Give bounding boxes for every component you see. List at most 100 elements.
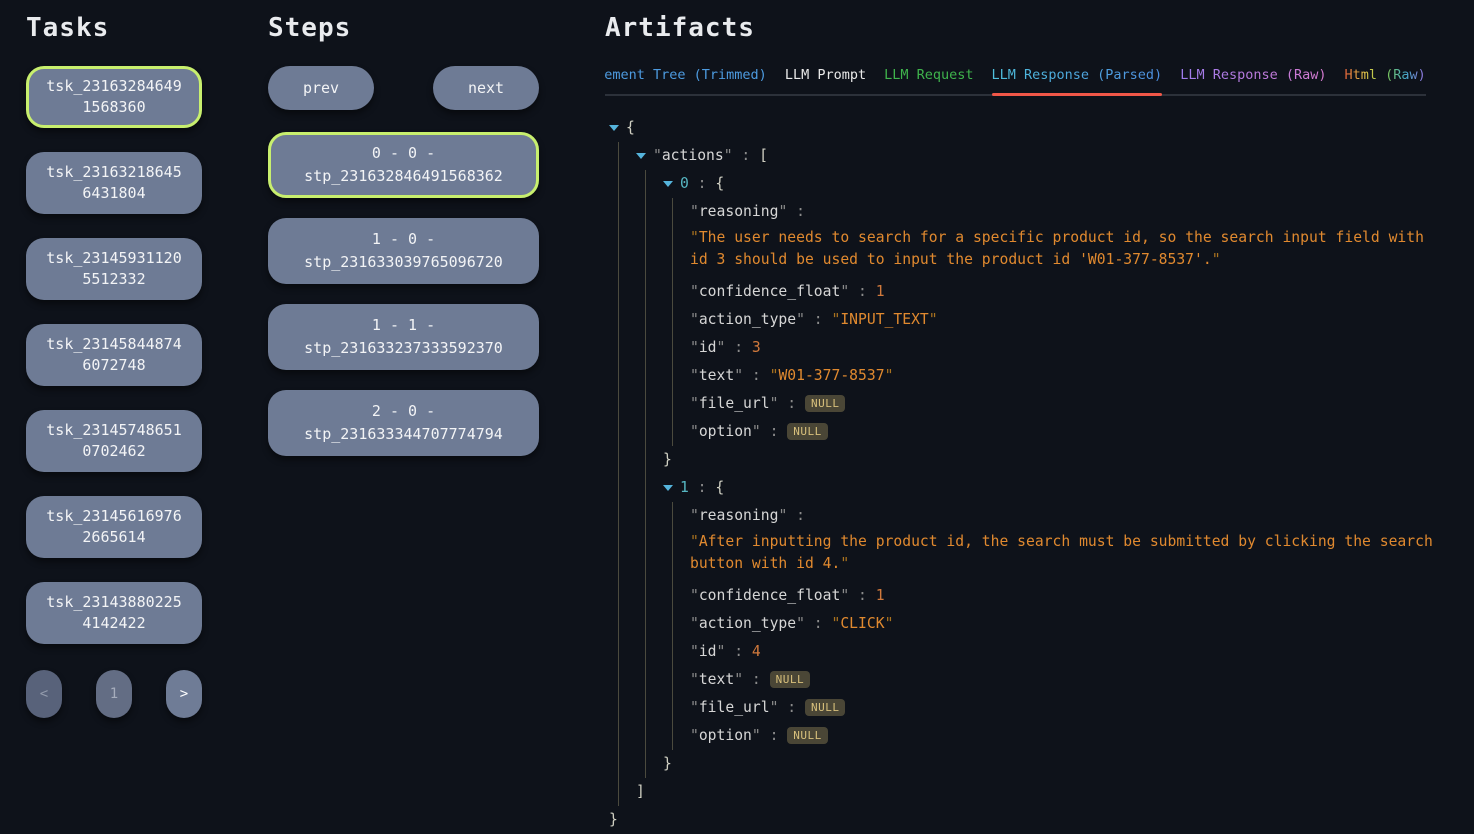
json-entry: "id" : 4: [690, 638, 1442, 666]
json-tree-viewer: {"actions" : [0 : {"reasoning" : "The us…: [605, 114, 1442, 834]
json-entry: "confidence_float" : 1: [690, 278, 1442, 306]
json-key: id: [699, 339, 717, 356]
collapse-triangle-icon: [663, 485, 673, 491]
json-key: id: [699, 643, 717, 660]
json-key: reasoning: [699, 507, 779, 524]
json-close-line: ]: [636, 778, 1442, 806]
step-item-button[interactable]: 0 - 0 - stp_231632846491568362: [268, 132, 539, 198]
json-key: text: [699, 367, 734, 384]
json-node-toggle[interactable]: "actions" : [: [636, 142, 1442, 170]
artifacts-tabbar: Element Tree (Trimmed) LLM Prompt LLM Requ…: [605, 66, 1426, 96]
tab-element-tree-trimmed[interactable]: Element Tree (Trimmed): [605, 66, 767, 84]
json-value-number: 3: [752, 339, 761, 356]
json-value-number: 1: [876, 283, 885, 300]
artifacts-panel: Artifacts Element Tree (Trimmed) LLM Prom…: [605, 12, 1442, 800]
step-item-button[interactable]: 2 - 0 - stp_231633344707774794: [268, 390, 539, 456]
json-value-number: 4: [752, 643, 761, 660]
json-key: confidence_float: [699, 587, 840, 604]
json-key: actions: [662, 147, 724, 164]
json-key: reasoning: [699, 203, 779, 220]
json-entry: "option" : NULL: [690, 418, 1442, 446]
json-key: text: [699, 671, 734, 688]
json-value-string: "W01-377-8537": [770, 367, 894, 384]
json-key: option: [699, 423, 752, 440]
step-item-button[interactable]: 1 - 0 - stp_231633039765096720: [268, 218, 539, 284]
tab-html-raw[interactable]: Html (Raw): [1345, 66, 1426, 84]
steps-title: Steps: [268, 12, 539, 44]
json-entry: "text" : "W01-377-8537": [690, 362, 1442, 390]
json-bracket: ]: [636, 783, 645, 800]
tasks-title: Tasks: [26, 12, 202, 44]
steps-nav-row: prev next: [268, 66, 539, 110]
json-close-line: }: [609, 806, 1442, 834]
artifacts-tabbar-clip: Element Tree (Trimmed) LLM Prompt LLM Requ…: [605, 66, 1442, 96]
json-entry: "action_type" : "INPUT_TEXT": [690, 306, 1442, 334]
json-entry: "file_url" : NULL: [690, 390, 1442, 418]
json-close-line: }: [663, 446, 1442, 474]
task-item-button[interactable]: tsk_231459311205512332: [26, 238, 202, 300]
json-null-badge: NULL: [787, 423, 828, 440]
json-entry: "option" : NULL: [690, 722, 1442, 750]
json-array-index: 1: [680, 479, 689, 496]
artifacts-title: Artifacts: [605, 12, 1442, 44]
task-list: tsk_231632846491568360 tsk_23163218645643…: [26, 66, 202, 644]
json-close-line: }: [663, 750, 1442, 778]
json-null-badge: NULL: [805, 395, 846, 412]
task-item-button[interactable]: tsk_231632186456431804: [26, 152, 202, 214]
json-entry: "reasoning" : "After inputting the produ…: [690, 502, 1442, 575]
task-item-button[interactable]: tsk_231456169762665614: [26, 496, 202, 558]
pagination-next-button[interactable]: >: [166, 670, 202, 718]
pagination-page-1-button[interactable]: 1: [96, 670, 132, 718]
task-item-button[interactable]: tsk_231438802254142422: [26, 582, 202, 644]
json-node-toggle[interactable]: 1 : {: [663, 474, 1442, 502]
app-root: Tasks tsk_231632846491568360 tsk_23163218…: [0, 0, 1474, 800]
steps-panel: Steps prev next 0 - 0 - stp_231632846491…: [268, 12, 539, 800]
json-entry: "file_url" : NULL: [690, 694, 1442, 722]
tab-llm-prompt[interactable]: LLM Prompt: [785, 66, 866, 84]
tab-llm-response-raw[interactable]: LLM Response (Raw): [1180, 66, 1326, 84]
json-null-badge: NULL: [787, 727, 828, 744]
json-key: file_url: [699, 699, 770, 716]
collapse-triangle-icon: [636, 153, 646, 159]
steps-prev-button[interactable]: prev: [268, 66, 374, 110]
json-entry: "confidence_float" : 1: [690, 582, 1442, 610]
tasks-panel: Tasks tsk_231632846491568360 tsk_23163218…: [26, 12, 202, 800]
json-bracket: }: [663, 451, 672, 468]
json-children-group: "actions" : [0 : {"reasoning" : "The use…: [618, 142, 1442, 806]
tasks-pagination: < 1 >: [26, 670, 202, 718]
json-bracket: {: [715, 175, 724, 192]
json-node-toggle[interactable]: {: [609, 114, 1442, 142]
json-value-string: "CLICK": [832, 615, 894, 632]
json-children-group: "reasoning" : "The user needs to search …: [672, 198, 1442, 446]
json-array-index: 0: [680, 175, 689, 192]
json-key: file_url: [699, 395, 770, 412]
json-entry: "text" : NULL: [690, 666, 1442, 694]
active-tab-underline: [992, 93, 1163, 96]
task-item-button[interactable]: tsk_231632846491568360: [26, 66, 202, 128]
json-node-toggle[interactable]: 0 : {: [663, 170, 1442, 198]
json-children-group: "reasoning" : "After inputting the produ…: [672, 502, 1442, 750]
json-bracket: }: [663, 755, 672, 772]
json-key: action_type: [699, 615, 796, 632]
json-bracket: [: [759, 147, 768, 164]
json-bracket: {: [715, 479, 724, 496]
json-key: action_type: [699, 311, 796, 328]
tab-llm-request[interactable]: LLM Request: [884, 66, 973, 84]
json-value-number: 1: [876, 587, 885, 604]
task-item-button[interactable]: tsk_231457486510702462: [26, 410, 202, 472]
json-entry: "reasoning" : "The user needs to search …: [690, 198, 1442, 271]
json-key: confidence_float: [699, 283, 840, 300]
json-value-string: "The user needs to search for a specific…: [690, 227, 1442, 271]
json-entry: "id" : 3: [690, 334, 1442, 362]
json-entry: "action_type" : "CLICK": [690, 610, 1442, 638]
json-bracket: {: [626, 119, 635, 136]
step-item-button[interactable]: 1 - 1 - stp_231633237333592370: [268, 304, 539, 370]
tab-llm-response-parsed[interactable]: LLM Response (Parsed): [992, 66, 1163, 84]
pagination-prev-button[interactable]: <: [26, 670, 62, 718]
json-bracket: }: [609, 811, 618, 828]
step-list: 0 - 0 - stp_231632846491568362 1 - 0 - st…: [268, 132, 539, 456]
task-item-button[interactable]: tsk_231458448746072748: [26, 324, 202, 386]
steps-next-button[interactable]: next: [433, 66, 539, 110]
json-null-badge: NULL: [805, 699, 846, 716]
json-value-string: "INPUT_TEXT": [832, 311, 938, 328]
